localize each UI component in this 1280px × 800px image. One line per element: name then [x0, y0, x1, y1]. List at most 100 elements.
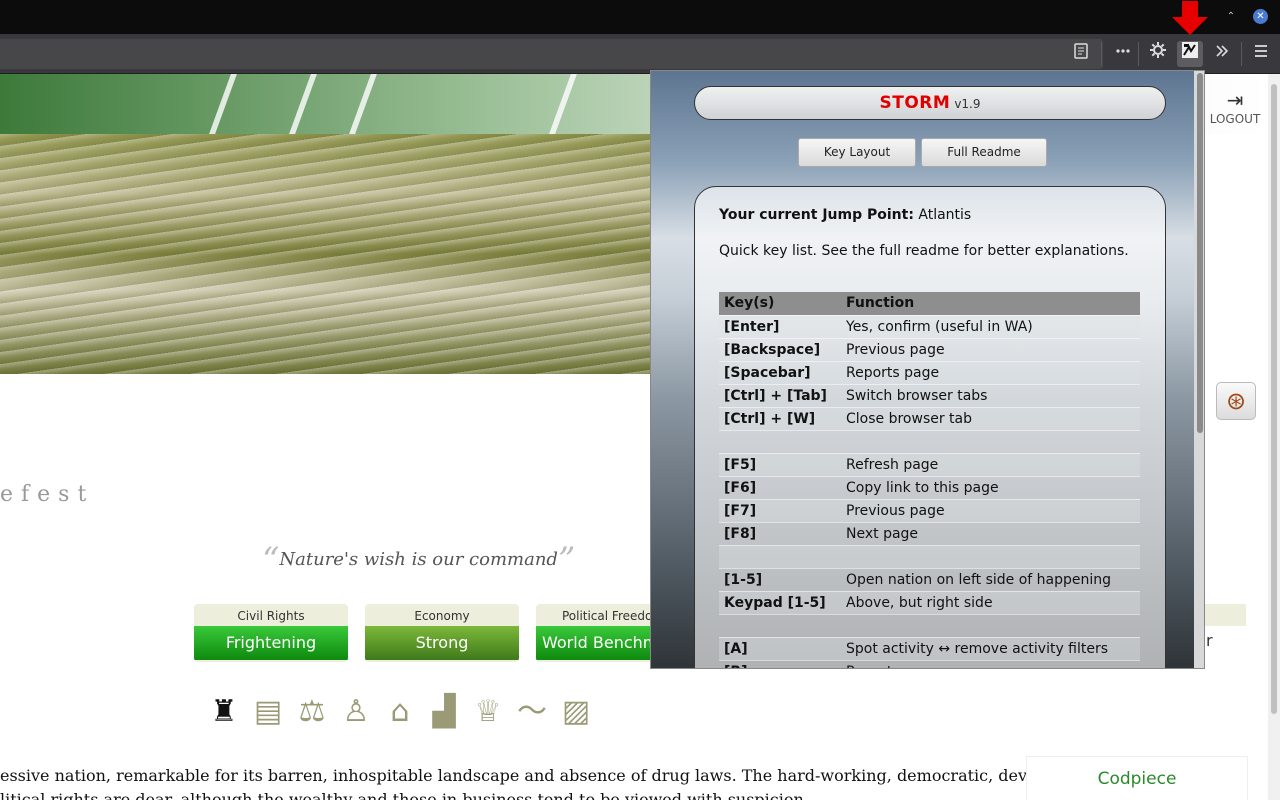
function-cell: Spot activity ↔ remove activity filters: [841, 637, 1140, 661]
key-cell: [Backspace]: [719, 338, 841, 362]
key-cell: [F6]: [719, 476, 841, 500]
table-row: [Backspace] Previous page: [719, 338, 1140, 362]
window-titlebar: ⌃ ✕: [0, 0, 1280, 34]
trend-icon[interactable]: 〜: [510, 686, 554, 730]
nation-name: efest: [0, 482, 95, 507]
stat-civil-rights[interactable]: Civil Rights Frightening: [194, 604, 348, 662]
function-cell: [841, 614, 1140, 638]
popup-scrollbar[interactable]: [1194, 71, 1204, 668]
side-text: r: [1206, 631, 1213, 650]
table-row: [719, 545, 1140, 569]
table-header: Key(s): [719, 292, 841, 316]
function-cell: Close browser tab: [841, 407, 1140, 431]
logout-label: LOGOUT: [1209, 112, 1261, 126]
key-cell: Keypad [1-5]: [719, 591, 841, 615]
trophy-icon[interactable]: ♕: [466, 694, 510, 729]
key-cell: [719, 614, 841, 638]
menu-icon[interactable]: [1248, 41, 1274, 67]
key-cell: [F5]: [719, 453, 841, 477]
region-card[interactable]: Codpiece: [1026, 756, 1248, 800]
storm-version: v1.9: [954, 97, 981, 111]
description-line: litical rights are dear, although the we…: [0, 790, 809, 800]
function-cell: [841, 430, 1140, 454]
url-bar[interactable]: [0, 39, 1103, 69]
popup-scrollbar-thumb[interactable]: [1197, 73, 1203, 433]
restore-window-button[interactable]: ⌃: [1222, 8, 1240, 26]
key-layout-button[interactable]: Key Layout: [798, 138, 916, 167]
key-cell: [Ctrl] + [W]: [719, 407, 841, 431]
table-row: [719, 430, 1140, 454]
key-cell: [Spacebar]: [719, 361, 841, 385]
table-row: [Ctrl] + [Tab] Switch browser tabs: [719, 384, 1140, 408]
jump-point-label: Your current Jump Point:: [719, 207, 914, 223]
table-row: [A] Spot activity ↔ remove activity filte…: [719, 637, 1140, 661]
scales-icon[interactable]: ⚖: [290, 694, 334, 729]
function-cell: Previous page: [841, 338, 1140, 362]
motto-text: Nature's wish is our command: [279, 549, 558, 570]
open-quote-icon: “: [262, 540, 280, 580]
compass-icon: ⊛: [1225, 387, 1247, 415]
close-window-button[interactable]: ✕: [1253, 9, 1268, 24]
logout-link[interactable]: ⇥ LOGOUT: [1206, 88, 1264, 126]
cards-icon[interactable]: ▨: [554, 694, 598, 729]
key-cell: [A]: [719, 637, 841, 661]
table-row: [1-5] Open nation on left side of happeni…: [719, 568, 1140, 592]
table-row: [719, 614, 1140, 638]
function-cell: Open nation on left side of happening: [841, 568, 1140, 592]
factory-icon[interactable]: ▟: [422, 694, 466, 729]
storm-info-card: Your current Jump Point: Atlantis Quick …: [694, 186, 1166, 668]
function-cell: Yes, confirm (useful in WA): [841, 315, 1140, 339]
key-cell: [Enter]: [719, 315, 841, 339]
settings-gear-button[interactable]: ⊛: [1216, 382, 1256, 420]
table-row: [F8] Next page: [719, 522, 1140, 546]
toolbar-divider: [1241, 42, 1242, 66]
toolbar-divider: [1138, 42, 1139, 66]
table-header: Function: [841, 292, 1140, 316]
close-quote-icon: ”: [557, 540, 576, 580]
table-row: [F7] Previous page: [719, 499, 1140, 523]
nation-banner-image: [0, 134, 660, 374]
person-icon[interactable]: ♙: [334, 694, 378, 729]
red-arrow-icon: [1172, 1, 1208, 35]
function-cell: Next page: [841, 522, 1140, 546]
function-cell: Above, but right side: [841, 591, 1140, 615]
function-cell: [841, 545, 1140, 569]
logout-icon: ⇥: [1226, 88, 1244, 112]
function-cell: Switch browser tabs: [841, 384, 1140, 408]
key-table: Key(s) Function [Enter] Yes, confirm (use…: [719, 292, 1140, 668]
more-icon[interactable]: [1110, 41, 1136, 67]
monument-icon[interactable]: ♜: [202, 694, 246, 729]
stat-label: Economy: [414, 609, 470, 623]
key-cell: [Ctrl] + [Tab]: [719, 384, 841, 408]
function-cell: Reports page: [841, 361, 1140, 385]
category-icons: ♜ ▤ ⚖ ♙ ⌂ ▟ ♕ 〜 ▨: [202, 686, 598, 729]
newspaper-icon[interactable]: ▤: [246, 694, 290, 729]
storm-popup: STORM v1.9 Key Layout Full Readme Your cu…: [650, 70, 1205, 669]
quick-key-text: Quick key list. See the full readme for …: [719, 243, 1129, 259]
jump-point: Your current Jump Point: Atlantis: [719, 207, 971, 223]
storm-header: STORM v1.9: [694, 86, 1166, 120]
overflow-icon[interactable]: [1209, 41, 1235, 67]
description-line: essive nation, remarkable for its barren…: [0, 766, 1054, 785]
function-cell: Refresh page: [841, 453, 1140, 477]
government-icon[interactable]: ⌂: [378, 694, 422, 729]
nation-description: essive nation, remarkable for its barren…: [0, 764, 1054, 800]
key-cell: [F8]: [719, 522, 841, 546]
settings-icon[interactable]: [1145, 41, 1171, 67]
function-cell: Copy link to this page: [841, 476, 1140, 500]
reader-icon[interactable]: [1068, 41, 1094, 67]
stat-economy[interactable]: Economy Strong: [365, 604, 519, 662]
browser-toolbar: [0, 34, 1280, 74]
table-row: [Spacebar] Reports page: [719, 361, 1140, 385]
full-readme-button[interactable]: Full Readme: [921, 138, 1047, 167]
table-row: [R]Reports: [719, 660, 1140, 668]
storm-extension-icon[interactable]: [1177, 41, 1203, 67]
page-scrollbar-thumb[interactable]: [1271, 84, 1277, 714]
key-cell: [1-5]: [719, 568, 841, 592]
table-row: [Enter] Yes, confirm (useful in WA): [719, 315, 1140, 339]
key-cell: [F7]: [719, 499, 841, 523]
page-scrollbar[interactable]: [1268, 74, 1280, 800]
region-name[interactable]: Codpiece: [1027, 769, 1247, 789]
key-cell: [719, 430, 841, 454]
stat-label: Civil Rights: [237, 609, 305, 623]
